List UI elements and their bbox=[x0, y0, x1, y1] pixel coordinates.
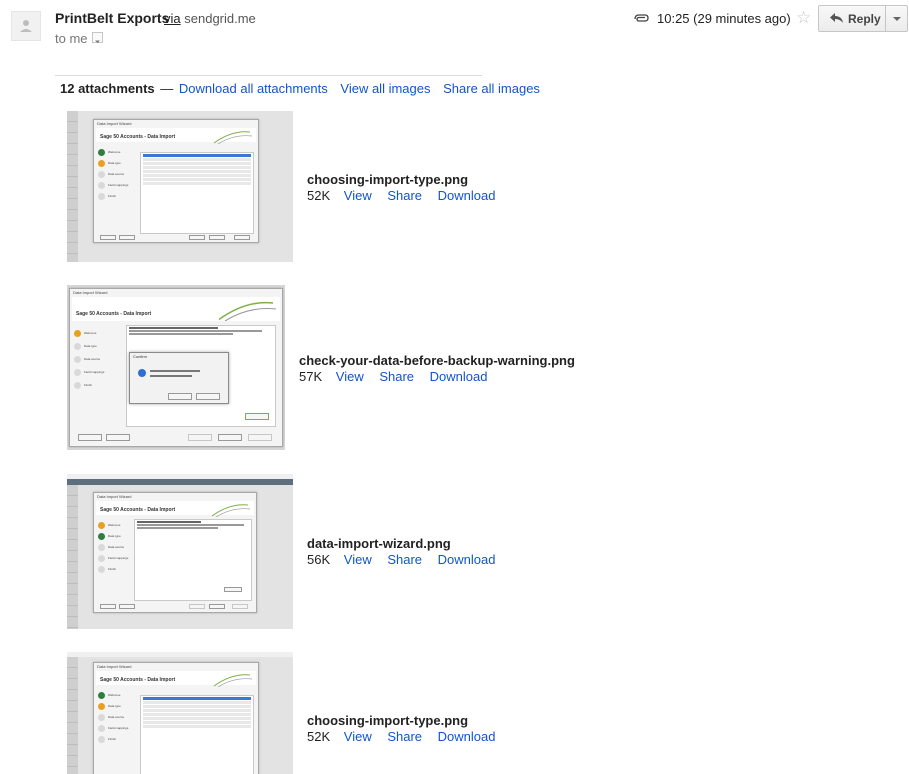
star-icon[interactable]: ☆ bbox=[796, 8, 811, 28]
thumbnail-list-panel bbox=[140, 695, 254, 774]
thumbnail-steps: Welcome Data type Data source Field mapp… bbox=[74, 329, 110, 394]
download-link[interactable]: Download bbox=[438, 188, 496, 203]
download-link[interactable]: Download bbox=[438, 729, 496, 744]
via-domain: sendgrid.me bbox=[184, 11, 256, 26]
attachment-size: 52K bbox=[307, 729, 331, 744]
thumbnail-list-panel bbox=[140, 152, 254, 234]
swoosh-logo-icon bbox=[213, 131, 252, 144]
download-link[interactable]: Download bbox=[438, 552, 496, 567]
view-link[interactable]: View bbox=[336, 369, 364, 384]
recipient-details-dropdown[interactable] bbox=[92, 32, 103, 43]
question-icon bbox=[138, 369, 146, 377]
swoosh-logo-icon bbox=[213, 674, 252, 687]
thumbnail-header-text: Sage 50 Accounts - Data Import bbox=[100, 134, 176, 140]
view-link[interactable]: View bbox=[344, 188, 372, 203]
thumbnail-steps: Welcome Data type Data source Field mapp… bbox=[98, 148, 134, 203]
thumbnail-steps: Welcome Data type Data source Field mapp… bbox=[98, 691, 134, 746]
attachment-info-4: choosing-import-type.png 52K View Share … bbox=[307, 713, 508, 744]
attachments-bar: 12 attachments — Download all attachment… bbox=[60, 81, 549, 96]
sender-name[interactable]: PrintBelt Exports bbox=[55, 10, 169, 26]
thumbnail-window-title: Data Import Wizard bbox=[97, 494, 132, 499]
swoosh-logo-icon bbox=[218, 301, 276, 321]
thumbnail-window-title: Data Import Wizard bbox=[97, 664, 132, 669]
thumbnail-header: Sage 50 Accounts - Data Import bbox=[72, 297, 280, 321]
share-link[interactable]: Share bbox=[387, 552, 422, 567]
recipient-label: to me bbox=[55, 31, 88, 46]
download-all-link[interactable]: Download all attachments bbox=[179, 81, 328, 96]
thumbnail-side-strip bbox=[67, 657, 78, 774]
reply-label: Reply bbox=[848, 12, 881, 26]
thumbnail-window: Data Import Wizard Sage 50 Accounts - Da… bbox=[93, 119, 259, 243]
reply-button[interactable]: Reply bbox=[818, 5, 886, 32]
thumbnail-side-strip bbox=[67, 485, 78, 629]
thumbnail-dialog-title: Confirm bbox=[133, 354, 148, 359]
view-link[interactable]: View bbox=[344, 552, 372, 567]
attachments-divider bbox=[55, 75, 482, 76]
attachment-thumbnail-1[interactable]: Data Import Wizard Sage 50 Accounts - Da… bbox=[67, 111, 293, 262]
swoosh-logo-icon bbox=[211, 504, 250, 517]
share-link[interactable]: Share bbox=[387, 188, 422, 203]
thumbnail-steps: Welcome Data type Data source Field mapp… bbox=[98, 521, 134, 576]
reply-arrow-icon bbox=[830, 13, 843, 23]
thumbnail-window: Data Import Wizard Sage 50 Accounts - Da… bbox=[93, 662, 259, 774]
attachment-size: 56K bbox=[307, 552, 331, 567]
thumbnail-window: Data Import Wizard Sage 50 Accounts - Da… bbox=[93, 492, 257, 613]
paperclip-icon bbox=[634, 14, 649, 22]
share-all-images-link[interactable]: Share all images bbox=[443, 81, 540, 96]
thumbnail-window-title: Data Import Wizard bbox=[97, 121, 132, 126]
thumbnail-window-title: Data Import Wizard bbox=[73, 290, 108, 295]
more-actions-button[interactable] bbox=[885, 5, 908, 32]
thumbnail-header-text: Sage 50 Accounts - Data Import bbox=[76, 311, 152, 317]
thumbnail-header-text: Sage 50 Accounts - Data Import bbox=[100, 507, 176, 513]
thumbnail-confirm-dialog: Confirm bbox=[129, 352, 229, 404]
share-link[interactable]: Share bbox=[387, 729, 422, 744]
thumbnail-header-text: Sage 50 Accounts - Data Import bbox=[100, 677, 176, 683]
attachment-thumbnail-2[interactable]: Data Import Wizard Sage 50 Accounts - Da… bbox=[67, 285, 285, 450]
attachment-filename: choosing-import-type.png bbox=[307, 172, 469, 187]
attachment-size: 57K bbox=[299, 369, 323, 384]
sender-via: via sendgrid.me bbox=[164, 11, 256, 26]
thumbnail-menu-strip bbox=[67, 652, 293, 657]
thumbnail-window: Data Import Wizard Sage 50 Accounts - Da… bbox=[69, 288, 283, 447]
attachments-separator: — bbox=[160, 81, 174, 96]
view-all-images-link[interactable]: View all images bbox=[340, 81, 430, 96]
thumbnail-toolbar-strip bbox=[67, 479, 293, 485]
chevron-down-icon bbox=[95, 40, 100, 43]
thumbnail-side-strip bbox=[67, 111, 78, 262]
attachment-filename: check-your-data-before-backup-warning.pn… bbox=[299, 353, 575, 368]
attachment-thumbnail-4[interactable]: Data Import Wizard Sage 50 Accounts - Da… bbox=[67, 652, 293, 774]
attachment-info-2: check-your-data-before-backup-warning.pn… bbox=[299, 353, 575, 384]
download-link[interactable]: Download bbox=[430, 369, 488, 384]
attachment-thumbnail-3[interactable]: Data Import Wizard Sage 50 Accounts - Da… bbox=[67, 474, 293, 629]
via-link[interactable]: via bbox=[164, 11, 181, 26]
thumbnail-header: Sage 50 Accounts - Data Import bbox=[96, 671, 256, 687]
attachment-filename: choosing-import-type.png bbox=[307, 713, 469, 728]
attachments-count: 12 attachments bbox=[60, 81, 155, 96]
chevron-down-icon bbox=[893, 17, 901, 21]
share-link[interactable]: Share bbox=[379, 369, 414, 384]
thumbnail-header: Sage 50 Accounts - Data Import bbox=[96, 128, 256, 144]
thumbnail-header: Sage 50 Accounts - Data Import bbox=[96, 501, 254, 517]
attachment-info-1: choosing-import-type.png 52K View Share … bbox=[307, 172, 508, 203]
view-link[interactable]: View bbox=[344, 729, 372, 744]
attachment-filename: data-import-wizard.png bbox=[307, 536, 451, 551]
person-icon bbox=[20, 20, 32, 32]
attachment-size: 52K bbox=[307, 188, 331, 203]
sender-avatar bbox=[11, 11, 41, 41]
attachment-info-3: data-import-wizard.png 56K View Share Do… bbox=[307, 536, 508, 567]
message-time: 10:25 (29 minutes ago) bbox=[657, 11, 791, 26]
